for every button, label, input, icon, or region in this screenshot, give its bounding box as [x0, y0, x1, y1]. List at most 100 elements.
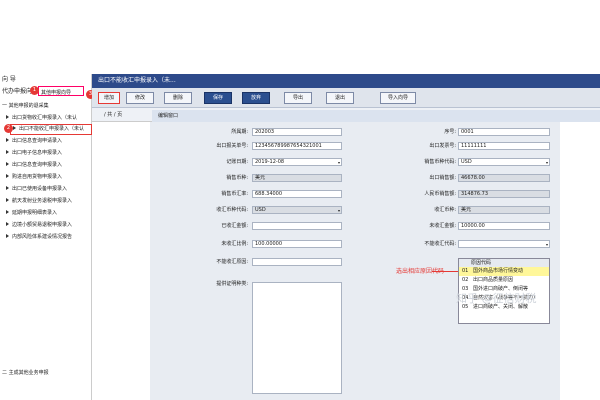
other-guide-tab[interactable]: 其他申报向导	[38, 86, 84, 96]
field-input[interactable]: 100.00000	[252, 240, 342, 248]
tree-item[interactable]: 航天发射业务退税申报录入	[0, 195, 92, 207]
field-label: 未收汇金额:	[429, 223, 456, 229]
option-code: 02	[462, 277, 469, 283]
field-label: 已收汇金额:	[221, 223, 248, 229]
dropdown-option[interactable]: 01 国外商品市场行情变动	[459, 267, 549, 276]
option-text: 出口商品质量原因	[473, 277, 514, 283]
tree-item[interactable]: 二 主成其他业务申报	[0, 367, 92, 379]
chevron-down-icon[interactable]: ▾	[338, 208, 340, 214]
tree-item-label: 二 主成其他业务申报	[2, 370, 49, 376]
dropdown-option[interactable]: 02 出口商品质量原因	[459, 276, 549, 285]
field-label: 销售币种:	[226, 175, 248, 181]
export-button[interactable]: 导出	[284, 92, 312, 104]
tree-item[interactable]: 购进自用货物申报录入	[0, 171, 92, 183]
field-input[interactable]: 123456789987654321001	[252, 142, 342, 150]
tree-item[interactable]: 延期申报明细表录入	[0, 207, 92, 219]
field-input[interactable]: 202003	[252, 128, 342, 136]
tree-item-label: 出口信息查询申报录入	[12, 162, 63, 168]
field-input[interactable]: 2019-12-08 ▾	[252, 158, 342, 166]
field-label: 收汇币种代码:	[216, 207, 248, 213]
field-input[interactable]: USD ▾	[252, 206, 342, 214]
tree-item[interactable]: 出口货物收汇申报录入（未认	[0, 112, 92, 124]
tree-item-label: 延期申报明细表录入	[12, 210, 58, 216]
expand-icon	[6, 198, 9, 202]
watermark: 知乎 @征信财税	[456, 292, 537, 305]
tree-item[interactable]: 内部风险体系建设情况报告	[0, 231, 92, 243]
tree-item[interactable]: 出口信息查询申报录入	[0, 159, 92, 171]
tree-item-label: 内部风险体系建设情况报告	[12, 234, 73, 240]
dropdown-header: 原因代码	[459, 259, 549, 267]
expand-icon	[6, 234, 9, 238]
field-label: 所属期:	[231, 129, 248, 135]
expand-icon	[6, 115, 9, 119]
tree-item[interactable]: 出口信息查询申请录入	[0, 135, 92, 147]
tree-item-label: 一 其他申报的退采集	[2, 103, 49, 109]
pager: / 共 / 页	[104, 112, 123, 118]
proof-type-textarea[interactable]	[252, 282, 342, 394]
tree-item-label: 出口货物收汇申报录入（未认	[12, 115, 78, 121]
expand-icon	[6, 162, 9, 166]
window-title-bar: 出口不能收汇申报录入（未...	[92, 74, 600, 88]
field-label: 序号:	[444, 129, 456, 135]
field-label: 人民币销售额:	[424, 191, 456, 197]
chevron-down-icon[interactable]: ▾	[338, 160, 340, 166]
tree-item[interactable]: 出口电子信息申报录入	[0, 147, 92, 159]
field-input[interactable]: 美元	[458, 206, 550, 214]
nav-bar: / 共 / 页 编辑窗口	[92, 108, 600, 122]
field-input[interactable]: 314876.73	[458, 190, 550, 198]
import-guide-button[interactable]: 导入向导	[380, 92, 416, 104]
field-label: 不能收汇代码:	[424, 241, 456, 247]
tree-item-label: 出口信息查询申请录入	[12, 138, 63, 144]
field-input[interactable]: ▾	[458, 240, 550, 248]
tree-item[interactable]: 出口不能收汇申报录入（未认	[10, 124, 92, 135]
expand-icon	[6, 150, 9, 154]
tree-item-label: 边境小额贸易退税申报录入	[12, 222, 73, 228]
expand-icon	[6, 138, 9, 142]
tree-item[interactable]: 出口已使用设备申报录入	[0, 183, 92, 195]
field-label: 出口发票号:	[429, 143, 456, 149]
chevron-down-icon[interactable]: ▾	[546, 242, 548, 248]
option-text: 国外商品市场行情变动	[473, 268, 524, 274]
field-input[interactable]: 46678.00	[458, 174, 550, 182]
field-label: 记账日期:	[226, 159, 248, 165]
tree-item[interactable]: 一 其他申报的退采集	[0, 100, 92, 112]
toolbar: 增加 修改 删除 保存 放弃 导出 退出 导入向导	[92, 88, 600, 108]
tree-item-label: 出口已使用设备申报录入	[12, 186, 68, 192]
field-label: 收汇币种:	[434, 207, 456, 213]
field-input[interactable]	[252, 258, 342, 266]
delete-button[interactable]: 删除	[164, 92, 192, 104]
window-title: 出口不能收汇申报录入（未...	[98, 77, 176, 84]
option-code: 01	[462, 268, 469, 274]
field-label: 提供证明种类:	[216, 281, 248, 287]
edit-button[interactable]: 修改	[126, 92, 154, 104]
field-input[interactable]: 10000.00	[458, 222, 550, 230]
field-label: 未收汇比例:	[221, 241, 248, 247]
field-label: 出口销售额:	[429, 175, 456, 181]
field-input[interactable]: 11111111	[458, 142, 550, 150]
tree-item-label: 航天发射业务退税申报录入	[12, 198, 73, 204]
expand-icon	[13, 126, 16, 130]
expand-icon	[6, 210, 9, 214]
expand-icon	[6, 174, 9, 178]
menu-tree: 一 其他申报的退采集出口货物收汇申报录入（未认出口不能收汇申报录入（未认出口信息…	[0, 100, 92, 379]
edit-window-title: 编辑窗口	[152, 110, 600, 122]
add-button[interactable]: 增加	[98, 92, 120, 104]
save-button[interactable]: 保存	[204, 92, 232, 104]
field-input[interactable]: USD ▾	[458, 158, 550, 166]
tree-item[interactable]: 边境小额贸易退税申报录入	[0, 219, 92, 231]
chevron-down-icon[interactable]: ▾	[546, 160, 548, 166]
field-input[interactable]: 美元	[252, 174, 342, 182]
field-input[interactable]: 0001	[458, 128, 550, 136]
guide-header: 向 导	[2, 76, 16, 83]
tree-item-label: 购进自用货物申报录入	[12, 174, 63, 180]
field-label: 销售币汇率:	[221, 191, 248, 197]
field-label: 出口报关单号:	[216, 143, 248, 149]
tree-item-label: 出口电子信息申报录入	[12, 150, 63, 156]
field-input[interactable]	[252, 222, 342, 230]
exit-button[interactable]: 退出	[326, 92, 354, 104]
field-input[interactable]: 688.34000	[252, 190, 342, 198]
expand-icon	[6, 186, 9, 190]
tree-item-label: 出口不能收汇申报录入（未认	[19, 126, 85, 132]
field-label: 不能收汇原因:	[216, 259, 248, 265]
discard-button[interactable]: 放弃	[242, 92, 270, 104]
